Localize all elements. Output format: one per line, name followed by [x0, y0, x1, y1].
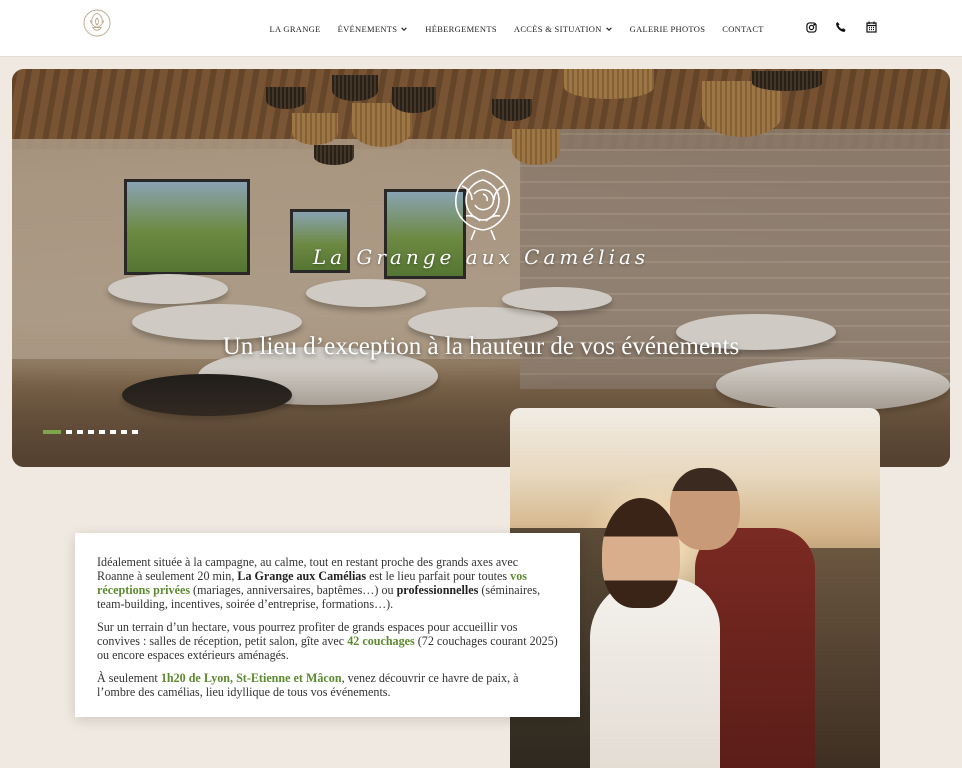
- slider-dot-4[interactable]: [88, 430, 94, 434]
- highlight-professional: professionnelles: [396, 583, 479, 597]
- nav-contact[interactable]: CONTACT: [714, 24, 773, 34]
- photo-bride-head: [602, 498, 680, 608]
- intro-paragraph-1: Idéalement située à la campagne, au calm…: [97, 555, 558, 611]
- slider-dot-2[interactable]: [66, 430, 72, 434]
- intro-card: Idéalement située à la campagne, au calm…: [75, 533, 580, 717]
- intro-paragraph-2: Sur un terrain d’un hectare, vous pourre…: [97, 620, 558, 662]
- slider-dot-6[interactable]: [110, 430, 116, 434]
- instagram-icon[interactable]: [804, 20, 818, 34]
- calendar-icon[interactable]: [864, 20, 878, 34]
- slider-dot-8[interactable]: [132, 430, 138, 434]
- slider-dot-1[interactable]: [43, 430, 61, 434]
- header-icons: [804, 20, 878, 34]
- chevron-down-icon: [401, 26, 408, 31]
- nav-acces-situation[interactable]: ACCÈS & SITUATION: [505, 24, 621, 34]
- nav-label: ACCÈS & SITUATION: [513, 23, 602, 34]
- site-header: LA GRANGE ÉVÉNEMENTS HÉBERGEMENTS ACCÈS …: [0, 0, 962, 57]
- intro-paragraph-3: À seulement 1h20 de Lyon, St-Etienne et …: [97, 671, 558, 699]
- photo-groom-head: [670, 468, 740, 550]
- main-nav: LA GRANGE ÉVÉNEMENTS HÉBERGEMENTS ACCÈS …: [261, 0, 772, 57]
- camellia-logo-icon[interactable]: [82, 8, 112, 38]
- slider-dot-3[interactable]: [77, 430, 83, 434]
- text: est le lieu parfait pour toutes: [366, 569, 511, 583]
- venue-name: La Grange aux Camélias: [237, 569, 367, 583]
- highlight-beds: 42 couchages: [347, 634, 415, 648]
- phone-icon[interactable]: [834, 20, 848, 34]
- slider-pagination: [43, 430, 138, 434]
- camellia-emblem-icon: [444, 164, 522, 244]
- hero-title: Un lieu d’exception à la hauteur de vos …: [222, 333, 740, 360]
- highlight-location: 1h20 de Lyon, St-Etienne et Mâcon: [160, 671, 342, 685]
- nav-la-grange[interactable]: LA GRANGE: [261, 24, 329, 34]
- nav-label: CONTACT: [722, 23, 764, 34]
- nav-label: LA GRANGE: [269, 23, 321, 34]
- text: À seulement: [97, 671, 161, 685]
- nav-evenements[interactable]: ÉVÉNEMENTS: [329, 24, 417, 34]
- nav-galerie-photos[interactable]: GALERIE PHOTOS: [621, 24, 714, 34]
- nav-label: HÉBERGEMENTS: [425, 23, 497, 34]
- nav-label: GALERIE PHOTOS: [629, 23, 706, 34]
- chevron-down-icon: [605, 26, 612, 31]
- hero-brand-name: La Grange aux Camélias: [312, 245, 650, 269]
- slider-dot-5[interactable]: [99, 430, 105, 434]
- nav-hebergements[interactable]: HÉBERGEMENTS: [417, 24, 506, 34]
- nav-label: ÉVÉNEMENTS: [337, 23, 398, 34]
- slider-dot-7[interactable]: [121, 430, 127, 434]
- text: (mariages, anniversaires, baptêmes…) ou: [190, 583, 397, 597]
